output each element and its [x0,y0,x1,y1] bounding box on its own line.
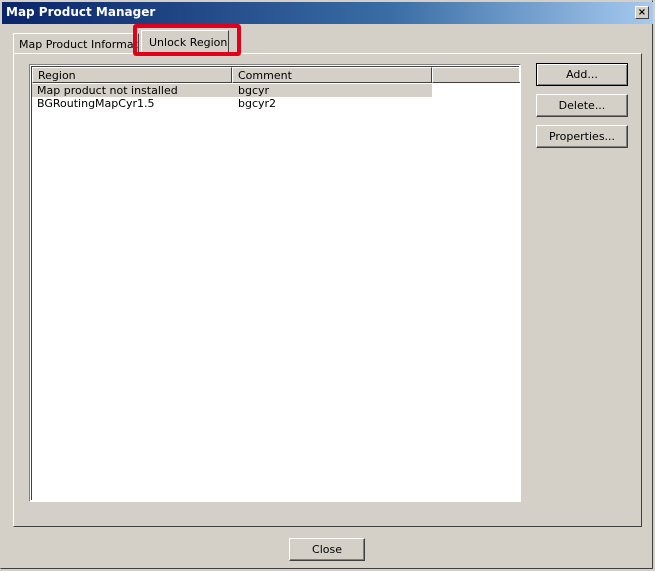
tab-unlock-regions-label: Unlock Regions [149,36,229,49]
close-button[interactable]: Close [289,538,365,561]
column-header-empty[interactable] [432,67,520,83]
delete-button[interactable]: Delete... [536,94,628,117]
column-header-region[interactable]: Region [32,67,232,83]
tab-map-product-information-label: Map Product Information [19,38,138,51]
row-region-cell: BGRoutingMapCyr1.5 [37,97,155,110]
map-product-manager-dialog: Map Product Manager × Map Product Inform… [0,0,653,569]
column-header-comment[interactable]: Comment [232,67,432,83]
regions-list[interactable]: Region Comment Map product not installed… [29,64,521,502]
row-region-cell: Map product not installed [37,84,178,97]
regions-list-body: Region Comment Map product not installed… [31,66,520,500]
close-icon[interactable]: × [635,6,649,19]
list-header: Region Comment [32,67,520,83]
tab-map-product-information[interactable]: Map Product Information [13,33,139,53]
window-title: Map Product Manager [6,5,156,19]
properties-button[interactable]: Properties... [536,125,628,148]
title-bar[interactable]: Map Product Manager × [2,2,653,24]
row-comment-cell: bgcyr [238,84,270,97]
tab-unlock-regions[interactable]: Unlock Regions [141,30,229,55]
table-row[interactable]: Map product not installed bgcyr [32,84,432,97]
row-comment-cell: bgcyr2 [238,97,277,110]
add-button[interactable]: Add... [536,63,628,86]
table-row[interactable]: BGRoutingMapCyr1.5 bgcyr2 [32,97,432,110]
